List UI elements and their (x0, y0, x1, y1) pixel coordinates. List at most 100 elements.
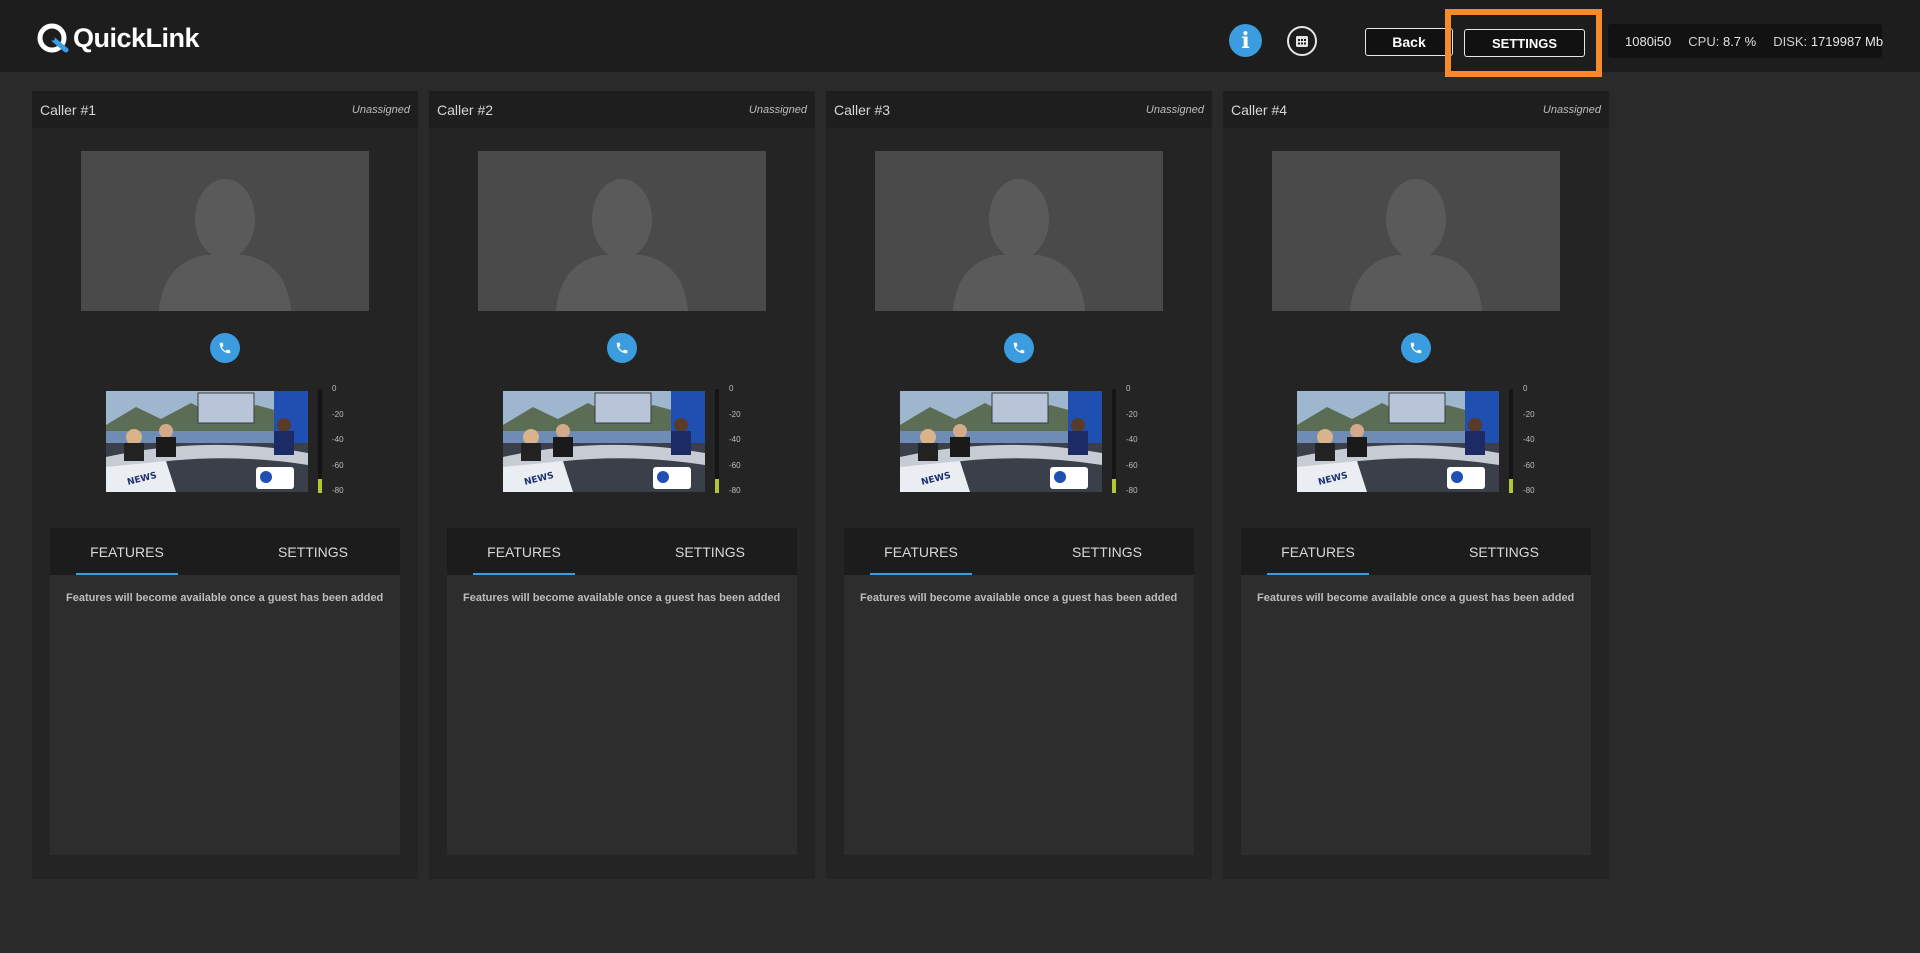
news-studio-image: NEWS (1297, 391, 1499, 492)
program-preview-thumbnail: NEWS (106, 391, 308, 492)
caller-panel-1: Caller #1 Unassigned NEWS 0 -20 -40 -60 … (32, 91, 418, 879)
caller-video-placeholder (1272, 151, 1560, 311)
cpu-status: CPU: 8.7 % (1688, 34, 1756, 49)
news-studio-image: NEWS (503, 391, 705, 492)
disk-value: 1719987 Mb (1810, 33, 1884, 49)
phone-icon (1410, 342, 1422, 354)
tab-features[interactable]: FEATURES (473, 528, 575, 575)
meter-scale-label: 0 (1126, 384, 1131, 393)
caller-video-placeholder (875, 151, 1163, 311)
features-message: Features will become available once a gu… (66, 592, 384, 604)
meter-scale-label: -40 (1523, 435, 1535, 444)
info-button[interactable]: i (1229, 24, 1262, 57)
program-preview-thumbnail: NEWS (1297, 391, 1499, 492)
caller-header: Caller #2 Unassigned (429, 91, 815, 128)
cpu-value: 8.7 % (1722, 33, 1757, 49)
person-silhouette-icon (159, 179, 291, 311)
caller-status: Unassigned (1542, 103, 1601, 116)
tab-settings[interactable]: SETTINGS (278, 528, 348, 575)
caller-tab-bar: FEATURES SETTINGS (844, 528, 1194, 575)
meter-scale-label: -80 (729, 486, 741, 495)
caller-name: Caller #2 (437, 101, 494, 118)
system-status: 1080i50 CPU: 8.7 % DISK: 1719987 Mb (1608, 24, 1883, 58)
phone-icon (219, 342, 231, 354)
meter-scale-label: -20 (1523, 409, 1535, 419)
caller-panel-4: Caller #4 Unassigned NEWS 0 -20 -40 -60 … (1223, 91, 1609, 879)
disk-status: DISK: 1719987 Mb (1773, 34, 1883, 49)
caller-tabs-panel: FEATURES SETTINGS Features will become a… (1241, 528, 1591, 855)
meter-scale-label: -60 (1126, 460, 1138, 470)
features-message: Features will become available once a gu… (860, 592, 1178, 604)
brand-name: QuickLink (73, 22, 200, 53)
audio-level-fill (1112, 479, 1116, 493)
news-studio-image: NEWS (900, 391, 1102, 492)
meter-scale-label: -60 (729, 460, 741, 470)
caller-name: Caller #1 (40, 101, 97, 118)
meter-scale-label: -60 (332, 460, 344, 470)
active-tab-indicator (870, 573, 972, 575)
audio-level-meter (318, 389, 322, 493)
meter-scale-label: -80 (332, 486, 344, 495)
settings-button[interactable]: SETTINGS (1464, 29, 1585, 57)
video-format: 1080i50 (1625, 33, 1672, 49)
meter-scale-label: 0 (332, 384, 337, 393)
caller-tab-bar: FEATURES SETTINGS (1241, 528, 1591, 575)
quicklink-logo: QuickLink (36, 20, 200, 56)
tab-features[interactable]: FEATURES (76, 528, 178, 575)
caller-name: Caller #4 (1231, 101, 1288, 118)
meter-scale-label: -40 (1126, 435, 1138, 444)
news-studio-image: NEWS (106, 391, 308, 492)
program-preview-thumbnail: NEWS (900, 391, 1102, 492)
call-button[interactable] (607, 333, 637, 363)
meter-scale-label: -20 (729, 409, 741, 419)
caller-tabs-panel: FEATURES SETTINGS Features will become a… (447, 528, 797, 855)
calendar-button[interactable] (1287, 26, 1317, 56)
call-button[interactable] (210, 333, 240, 363)
call-button[interactable] (1004, 333, 1034, 363)
audio-level-fill (715, 479, 719, 493)
info-icon: i (1241, 27, 1250, 54)
audio-meter-scale: 0 -20 -40 -60 -80 (1126, 384, 1150, 495)
phone-icon (616, 342, 628, 354)
meter-scale-label: -40 (729, 435, 741, 444)
tab-settings[interactable]: SETTINGS (1072, 528, 1142, 575)
audio-meter-scale: 0 -20 -40 -60 -80 (729, 384, 753, 495)
audio-level-meter (715, 389, 719, 493)
caller-tab-bar: FEATURES SETTINGS (50, 528, 400, 575)
audio-level-fill (318, 479, 322, 493)
program-preview-thumbnail: NEWS (503, 391, 705, 492)
active-tab-indicator (1267, 573, 1369, 575)
back-button[interactable]: Back (1365, 28, 1453, 56)
person-silhouette-icon (953, 179, 1085, 311)
caller-panel-3: Caller #3 Unassigned NEWS 0 -20 -40 -60 … (826, 91, 1212, 879)
call-button[interactable] (1401, 333, 1431, 363)
caller-header: Caller #4 Unassigned (1223, 91, 1609, 128)
active-tab-indicator (76, 573, 178, 575)
caller-tabs-panel: FEATURES SETTINGS Features will become a… (50, 528, 400, 855)
tab-features[interactable]: FEATURES (1267, 528, 1369, 575)
person-silhouette-icon (556, 179, 688, 311)
caller-status: Unassigned (748, 103, 807, 116)
meter-scale-label: 0 (729, 384, 734, 393)
caller-video-placeholder (478, 151, 766, 311)
features-message: Features will become available once a gu… (1257, 592, 1575, 604)
caller-video-placeholder (81, 151, 369, 311)
meter-scale-label: -60 (1523, 460, 1535, 470)
audio-level-meter (1509, 389, 1513, 493)
caller-tab-bar: FEATURES SETTINGS (447, 528, 797, 575)
meter-scale-label: -80 (1126, 486, 1138, 495)
tab-features[interactable]: FEATURES (870, 528, 972, 575)
meter-scale-label: -80 (1523, 486, 1535, 495)
caller-panel-2: Caller #2 Unassigned NEWS 0 -20 -40 -60 … (429, 91, 815, 879)
tab-settings[interactable]: SETTINGS (675, 528, 745, 575)
caller-status: Unassigned (351, 103, 410, 116)
person-silhouette-icon (1350, 179, 1482, 311)
tab-settings[interactable]: SETTINGS (1469, 528, 1539, 575)
caller-header: Caller #3 Unassigned (826, 91, 1212, 128)
calendar-icon (1296, 36, 1308, 47)
top-bar: QuickLink i Back SETTINGS 1080i50 CPU: 8… (0, 0, 1920, 77)
caller-status: Unassigned (1145, 103, 1204, 116)
meter-scale-label: -40 (332, 435, 344, 444)
phone-icon (1013, 342, 1025, 354)
caller-name: Caller #3 (834, 101, 891, 118)
